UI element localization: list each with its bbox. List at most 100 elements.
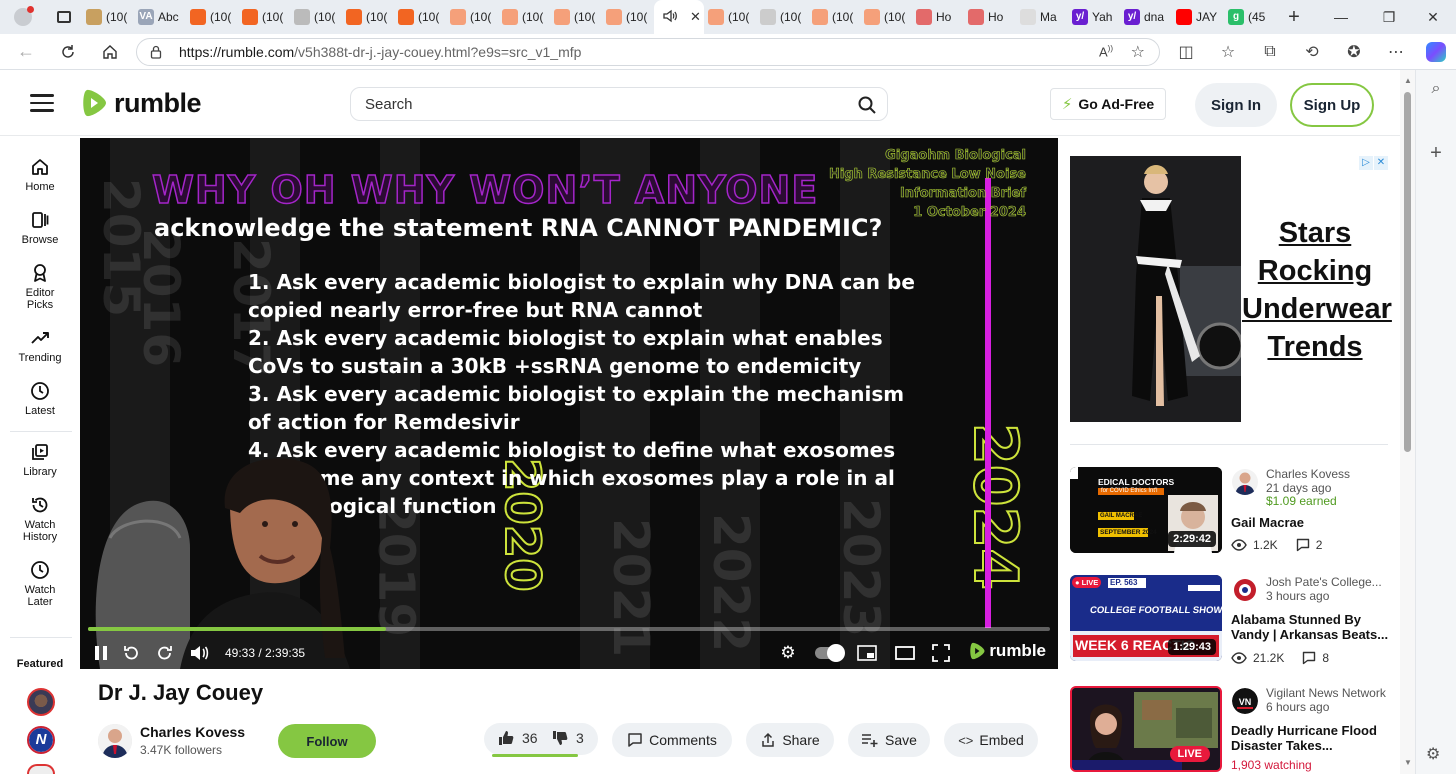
browser-tab[interactable]: (10( — [238, 0, 290, 34]
channel-name[interactable]: Charles Kovess — [140, 724, 245, 740]
tab-active[interactable]: ✕ — [654, 0, 704, 34]
ad-close-icon[interactable]: ✕ — [1374, 156, 1388, 170]
more-menu-icon[interactable]: ⋯ — [1378, 34, 1414, 70]
nav-watch-history[interactable]: Watch History — [0, 495, 80, 543]
refresh-button[interactable] — [48, 34, 88, 70]
ad-choices[interactable]: ▷ ✕ — [1359, 156, 1388, 170]
restore-button[interactable]: ❐ — [1366, 0, 1412, 34]
search-sidebar-icon[interactable]: ⌕ — [1426, 80, 1446, 100]
close-tab-icon[interactable]: ✕ — [690, 9, 701, 25]
comments-button[interactable]: Comments — [612, 723, 732, 757]
follow-button[interactable]: Follow — [278, 724, 376, 758]
nav-trending[interactable]: Trending — [0, 328, 80, 364]
featured-channel-avatar[interactable] — [27, 688, 55, 716]
read-aloud-icon[interactable]: A)) — [1099, 44, 1113, 59]
video-thumbnail[interactable]: ● LIVE EP. 563 COLLEGE FOOTBALL SHOW WEE… — [1070, 575, 1222, 661]
video-player[interactable]: 2015 2016 2017 2019 2021 2022 2023 2020 … — [80, 138, 1058, 669]
browser-tab[interactable]: JAY — [1172, 0, 1224, 34]
collections-icon[interactable]: ⧉ — [1252, 34, 1288, 70]
avatar[interactable]: VN — [1232, 688, 1258, 714]
save-button[interactable]: Save — [848, 723, 930, 757]
browser-tab[interactable]: (10( — [342, 0, 394, 34]
favorite-star-icon[interactable]: ☆ — [1131, 42, 1145, 62]
nav-library[interactable]: Library — [0, 442, 80, 478]
browser-tab[interactable]: (10( — [808, 0, 860, 34]
featured-channel-avatar[interactable] — [27, 764, 55, 774]
home-button[interactable] — [90, 34, 130, 70]
browser-tab[interactable]: Ho — [964, 0, 1016, 34]
rec-title[interactable]: Gail Macrae — [1231, 515, 1389, 530]
split-screen-icon[interactable]: ◫ — [1168, 34, 1204, 70]
browser-tab[interactable]: (10( — [446, 0, 498, 34]
list-item[interactable]: LIVE VN Vigilant News Network 6 hours ag… — [1070, 686, 1390, 772]
browser-tab[interactable]: (10( — [82, 0, 134, 34]
pause-button[interactable] — [90, 642, 112, 664]
rewind-button[interactable] — [120, 642, 142, 664]
browser-tab[interactable]: Ho — [912, 0, 964, 34]
list-item[interactable]: ● LIVE EP. 563 COLLEGE FOOTBALL SHOW WEE… — [1070, 575, 1390, 665]
player-rumble-logo[interactable]: rumble — [968, 641, 1046, 661]
rec-title[interactable]: Deadly Hurricane Flood Disaster Takes... — [1231, 723, 1389, 753]
menu-hamburger-icon[interactable] — [30, 94, 54, 112]
favorites-icon[interactable]: ☆ — [1210, 34, 1246, 70]
scrollbar-thumb[interactable] — [1404, 92, 1411, 452]
embed-button[interactable]: <> Embed — [944, 723, 1038, 757]
dislike-button[interactable]: 3 — [552, 730, 584, 746]
copilot-icon[interactable] — [1418, 34, 1454, 70]
autoplay-toggle[interactable] — [814, 642, 845, 664]
avatar[interactable] — [1232, 577, 1258, 603]
list-item[interactable]: EDICAL DOCTORS for COVID Ethics Int'l GA… — [1070, 467, 1390, 553]
like-button[interactable]: 36 — [498, 730, 538, 746]
share-button[interactable]: Share — [746, 723, 834, 757]
tab-actions-button[interactable] — [46, 0, 82, 34]
browser-tab[interactable]: (10( — [756, 0, 808, 34]
profile-avatar[interactable] — [0, 0, 46, 34]
sign-up-button[interactable]: Sign Up — [1290, 83, 1374, 127]
featured-channel-avatar[interactable]: N — [27, 726, 55, 754]
scroll-up-arrow[interactable]: ▲ — [1404, 76, 1412, 85]
avatar[interactable] — [1232, 469, 1258, 495]
settings-button[interactable]: ⚙ — [777, 642, 799, 664]
nav-latest[interactable]: Latest — [0, 381, 80, 417]
browser-tab[interactable]: (10( — [498, 0, 550, 34]
fullscreen-button[interactable] — [930, 642, 952, 664]
volume-button[interactable] — [188, 642, 210, 664]
miniplayer-button[interactable] — [856, 642, 878, 664]
history-browser-icon[interactable]: ⟲ — [1294, 34, 1330, 70]
browser-tab[interactable]: (10( — [186, 0, 238, 34]
browser-tab[interactable]: (10( — [290, 0, 342, 34]
adchoices-icon[interactable]: ▷ — [1359, 156, 1373, 170]
settings-gear-icon[interactable]: ⚙ — [1426, 744, 1446, 764]
rec-title[interactable]: Alabama Stunned By Vandy | Arkansas Beat… — [1231, 612, 1389, 642]
page-scrollbar[interactable]: ▲ ▼ — [1400, 70, 1415, 774]
rumble-logo[interactable]: rumble — [80, 86, 202, 120]
sign-in-button[interactable]: Sign In — [1195, 83, 1277, 127]
browser-tab[interactable]: g (45 — [1224, 0, 1276, 34]
browser-tab[interactable]: Ma — [1016, 0, 1068, 34]
rec-channel-name[interactable]: Josh Pate's College... — [1266, 575, 1382, 589]
browser-tab[interactable]: y/Yah — [1068, 0, 1120, 34]
browser-tab[interactable]: (10( — [394, 0, 446, 34]
nav-browse[interactable]: Browse — [0, 210, 80, 246]
back-button[interactable]: ← — [6, 34, 46, 70]
search-icon[interactable] — [857, 95, 877, 115]
nav-home[interactable]: Home — [0, 157, 80, 193]
browser-tab[interactable]: (10( — [550, 0, 602, 34]
extensions-icon[interactable]: ✪ — [1336, 34, 1372, 70]
scroll-down-arrow[interactable]: ▼ — [1404, 758, 1412, 767]
search-input[interactable]: Search — [350, 87, 888, 121]
theater-mode-button[interactable] — [894, 642, 916, 664]
new-tab-button[interactable]: + — [1276, 0, 1312, 34]
browser-tab[interactable]: (10( — [704, 0, 756, 34]
nav-watch-later[interactable]: Watch Later — [0, 560, 80, 608]
add-sidebar-icon[interactable]: + — [1426, 142, 1446, 164]
browser-tab[interactable]: y/dna — [1120, 0, 1172, 34]
video-thumbnail[interactable]: LIVE — [1070, 686, 1222, 772]
minimize-button[interactable]: — — [1318, 0, 1364, 34]
video-thumbnail[interactable]: EDICAL DOCTORS for COVID Ethics Int'l GA… — [1070, 467, 1222, 553]
advertisement[interactable]: Stars Rocking Underwear Trends ▷ ✕ — [1070, 156, 1392, 422]
browser-tab[interactable]: VA Abc — [134, 0, 186, 34]
nav-editor-picks[interactable]: Editor Picks — [0, 263, 80, 311]
browser-tab[interactable]: (10( — [602, 0, 654, 34]
go-ad-free-button[interactable]: ⚡ Go Ad-Free — [1050, 88, 1166, 120]
